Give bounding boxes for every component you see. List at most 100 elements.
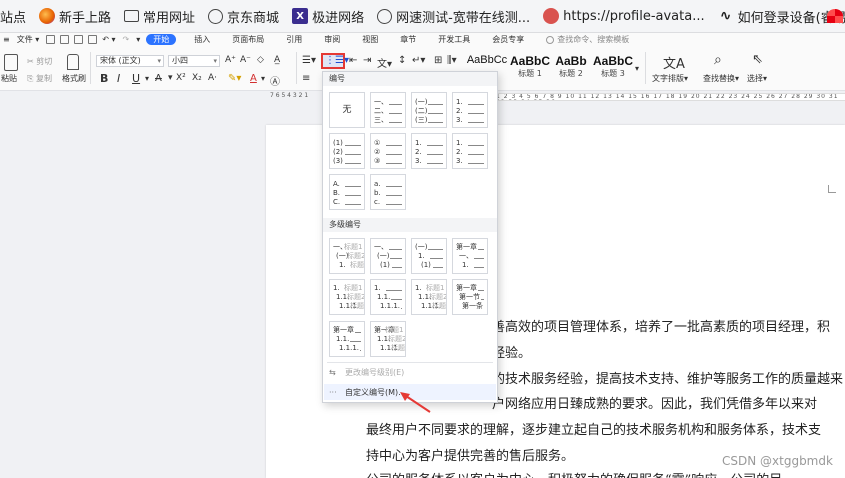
paste-button[interactable]: 粘贴 [1,73,17,84]
hamburger-icon[interactable]: ≡ [3,35,10,44]
align-left-icon[interactable]: ≡ [302,73,310,84]
multilevel-option[interactable]: 第一章 一、 1. [452,238,488,274]
numbering-option[interactable]: a. b. c. [370,174,406,210]
paste-icon[interactable] [4,54,18,71]
text-effect-icon[interactable]: A· [208,73,217,83]
command-search[interactable]: 查找命令、搜索模板 [546,34,629,45]
bookmark-getting-started[interactable]: 新手上路 [39,7,111,26]
shrink-font-icon[interactable]: A⁻ [240,55,251,65]
option-bar [355,328,361,333]
style-heading-3[interactable]: AaBbC 标题 3 [593,54,633,80]
show-marks-icon[interactable]: ↵▾ [412,55,425,66]
decrease-indent-icon[interactable]: ⇤ [349,55,357,66]
option-bar [428,109,443,114]
tab-home[interactable]: 开始 [146,34,177,45]
column-icon[interactable]: ⫼▾ [447,55,457,66]
ruler-strip[interactable]: 1 2 3 4 5 6 7 8 9 10 11 12 13 14 15 16 1… [496,93,845,101]
phonetic-icon[interactable]: A̲ [274,55,280,65]
bookmark-login-device[interactable]: ∿ 如何登录设备(睿易篇)... [718,7,845,26]
highlight-icon[interactable]: ✎▾ [228,73,241,84]
numbering-option[interactable]: 1. 2. 3. [452,92,488,128]
multilevel-option[interactable]: (一) 1. (1) [411,238,447,274]
bold-button[interactable]: B [100,72,108,85]
numbering-option[interactable]: 一、 二、 三、 [370,92,406,128]
superscript-button[interactable]: X² [176,73,186,83]
tab-view[interactable]: 视图 [362,34,378,45]
huawei-icon[interactable] [827,9,843,23]
clear-format-icon[interactable]: ◇ [257,55,264,65]
select-button[interactable]: 选择▾ [747,73,767,84]
table-icon[interactable]: ⊞ [434,55,442,66]
char-border-icon[interactable]: Ⓐ [270,73,280,88]
italic-button[interactable]: I [117,72,120,85]
tab-review[interactable]: 审阅 [324,34,340,45]
format-painter-icon[interactable] [67,54,79,70]
format-painter-button[interactable]: 格式刷 [62,73,86,84]
multilevel-option[interactable]: 1. 标题11.1.标题21.1.1.标题3 [411,279,447,315]
sort-icon[interactable]: ↕ [398,55,406,66]
option-preview-line: 一、 [456,252,484,261]
tab-developer[interactable]: 开发工具 [438,34,470,45]
option-heading-label: 标题1 [385,326,404,334]
bookmark-jd[interactable]: 京东商城 [208,7,279,26]
numbering-option[interactable]: (1) (2) (3) [329,133,365,169]
more-icon[interactable]: ▾ [136,35,140,44]
option-bar [392,263,402,268]
custom-numbering-item[interactable]: ··· 自定义编号(M)... [329,387,406,398]
option-marker: b. [374,189,381,197]
numbering-option[interactable]: ①②③ [370,133,406,169]
chevron-down-icon[interactable]: ▾ [145,74,149,83]
copy-button[interactable]: ⎘ 复制 [27,73,52,84]
subscript-button[interactable]: X₂ [192,73,202,83]
multilevel-option[interactable]: 1. 标题11.1.标题21.1.1.标题3 [329,279,365,315]
bookmark-jijin[interactable]: X 极进网络 [292,7,364,26]
save-icon[interactable] [46,35,56,44]
style-heading-2[interactable]: AaBb 标题 2 [552,54,590,80]
underline-button[interactable]: U [132,72,140,85]
font-size-select[interactable]: 小四 ▾ [168,55,220,67]
strikethrough-button[interactable]: A [155,73,162,84]
text-layout-button[interactable]: 文字排版▾ [652,73,688,84]
chinese-layout-icon[interactable]: 文▾ [377,55,392,70]
chevron-down-icon[interactable]: ▾ [261,74,265,83]
tab-member[interactable]: 会员专享 [492,34,524,45]
multilevel-option[interactable]: 第一章 1.1. 1.1.1. [329,321,365,357]
font-color-icon[interactable]: A [250,73,257,84]
print-icon[interactable] [74,35,84,44]
multilevel-option[interactable]: 第一章 第一节 第一条 [452,279,488,315]
multilevel-option[interactable]: 一、 (一) (1) [370,238,406,274]
tab-insert[interactable]: 插入 [194,34,210,45]
more-font-icon[interactable]: ▾ [168,73,173,83]
undo-icon[interactable]: ↶ ▾ [102,35,115,44]
grow-font-icon[interactable]: A⁺ [225,55,236,65]
numbering-option-none[interactable]: 无 [329,92,365,128]
find-replace-button[interactable]: 查找替换▾ [703,73,739,84]
option-preview-line: 第一章 [333,326,361,335]
multilevel-option[interactable]: 一、标题1(一)标题21. 标题3 [329,238,365,274]
font-name-select[interactable]: 宋体 (正文) ▾ [96,55,164,67]
styles-expand-icon[interactable]: ▾ [635,64,639,73]
print-preview-icon[interactable] [60,35,70,44]
increase-indent-icon[interactable]: ⇥ [363,55,371,66]
export-pdf-icon[interactable] [88,35,98,44]
bookmark-sites[interactable]: 站点 [0,7,26,26]
multilevel-option[interactable]: 第一章标题11.1.标题21.1.1.标题3 [370,321,406,357]
option-bar [386,159,402,164]
bullet-list-icon[interactable]: ☰▾ [302,55,316,66]
tab-references[interactable]: 引用 [286,34,302,45]
bookmark-speedtest[interactable]: 网速测试-宽带在线测... [377,7,530,26]
cut-button[interactable]: ✂ 剪切 [27,56,52,67]
numbering-option[interactable]: 1. 2. 3. [452,133,488,169]
tab-section[interactable]: 章节 [400,34,416,45]
file-menu[interactable]: 文件 ▾ [17,34,40,45]
bookmark-common-sites[interactable]: 常用网址 [124,7,195,26]
numbering-option[interactable]: (一) (二) (三) [411,92,447,128]
numbering-option[interactable]: A. B. C. [329,174,365,210]
redo-icon[interactable]: ↷ [123,35,130,44]
tab-page-layout[interactable]: 页面布局 [232,34,264,45]
style-heading-1[interactable]: AaBbC 标题 1 [510,54,550,80]
bookmark-profile[interactable]: https://profile-avata... [543,8,705,24]
bookmarks-bar: 站点 新手上路 常用网址 京东商城 X 极进网络 网速测试-宽带在线测... h… [0,0,845,33]
numbering-option[interactable]: 1. 2. 3. [411,133,447,169]
multilevel-option[interactable]: 1. 1.1. 1.1.1. [370,279,406,315]
